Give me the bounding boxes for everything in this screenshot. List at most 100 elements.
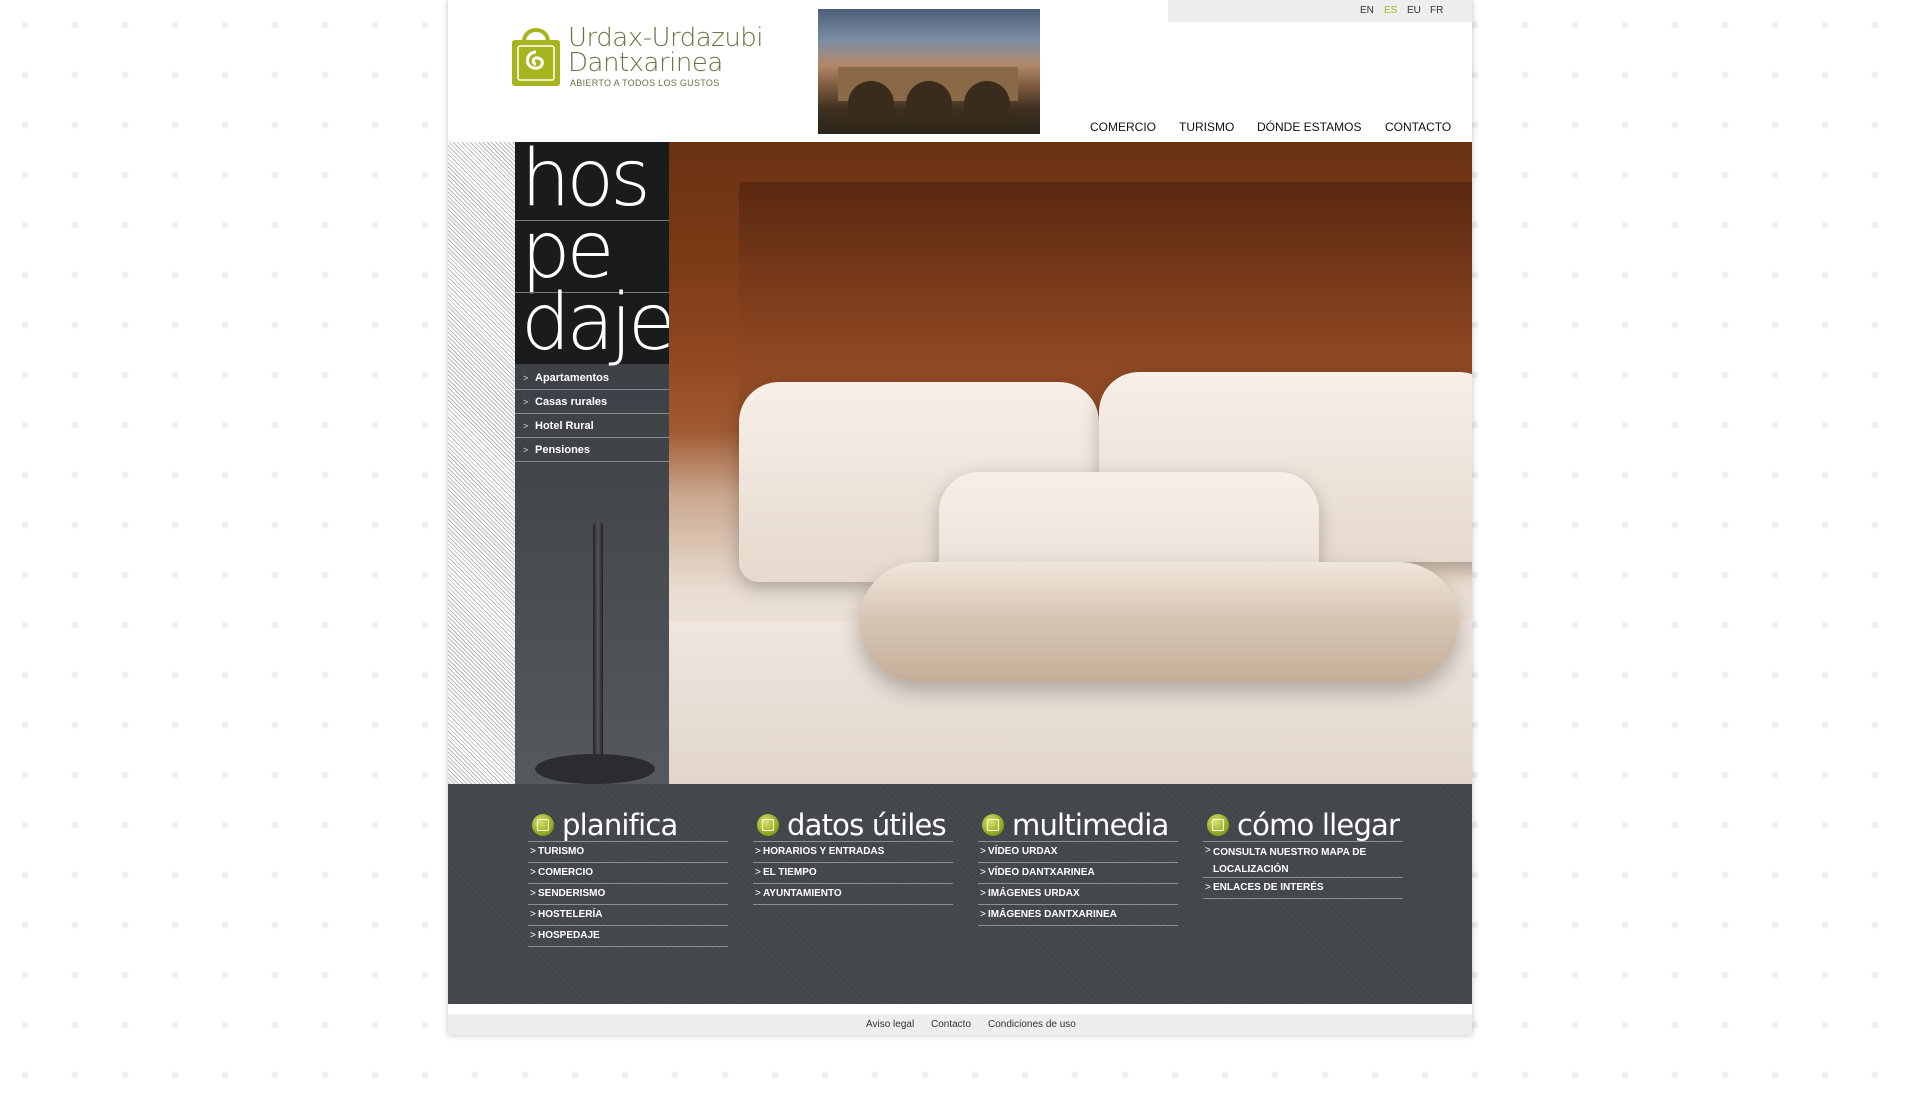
link-mapa-localizacion[interactable]: > CONSULTA NUESTRO MAPA DE LOCALIZACIÓN — [1203, 842, 1403, 878]
link-label: EL TIEMPO — [763, 867, 817, 878]
footer-col-como-llegar: cómo llegar > CONSULTA NUESTRO MAPA DE LO… — [1203, 804, 1403, 899]
nav-turismo[interactable]: TURISMO — [1179, 120, 1234, 134]
link-label: HOSPEDAJE — [538, 930, 600, 941]
chevron-right-icon: > — [530, 846, 536, 857]
chevron-right-icon: > — [523, 421, 529, 431]
nav-comercio[interactable]: COMERCIO — [1090, 120, 1156, 134]
link-senderismo[interactable]: > SENDERISMO — [528, 884, 728, 905]
chevron-right-icon: > — [980, 867, 986, 878]
chevron-right-icon: > — [755, 867, 761, 878]
link-turismo[interactable]: > TURISMO — [528, 842, 728, 863]
chevron-right-icon: > — [980, 846, 986, 857]
col-title: cómo llegar — [1237, 808, 1400, 842]
link-label: VÍDEO DANTXARINEA — [988, 867, 1095, 878]
link-aviso-legal[interactable]: Aviso legal — [866, 1019, 914, 1030]
nav-donde-estamos[interactable]: DÓNDE ESTAMOS — [1257, 120, 1361, 134]
col-heading: multimedia — [978, 804, 1178, 842]
submenu-label: Casas rurales — [535, 396, 608, 408]
link-ayuntamiento[interactable]: > AYUNTAMIENTO — [753, 884, 953, 905]
chevron-right-icon: > — [755, 888, 761, 899]
col-heading: datos útiles — [753, 804, 953, 842]
language-eu[interactable]: EU — [1407, 5, 1421, 16]
col-heading: cómo llegar — [1203, 804, 1403, 842]
submenu-apartamentos[interactable]: > Apartamentos — [515, 366, 669, 390]
chevron-right-icon: > — [530, 888, 536, 899]
link-label: VÍDEO URDAX — [988, 846, 1058, 857]
calendar-icon — [532, 814, 554, 836]
hatch-strip — [448, 142, 515, 784]
shopping-bag-logo-icon — [512, 28, 560, 86]
link-imagenes-dantxarinea[interactable]: > IMÁGENES DANTXARINEA — [978, 905, 1178, 926]
submenu-label: Apartamentos — [535, 372, 609, 384]
section-title: hos pe daje — [515, 140, 676, 368]
language-en[interactable]: EN — [1360, 5, 1374, 16]
submenu-casas-rurales[interactable]: > Casas rurales — [515, 390, 669, 414]
lamp-base-decoration — [535, 754, 655, 784]
header-bridge-photo — [818, 9, 1040, 134]
chevron-right-icon: > — [755, 846, 761, 857]
logo-tagline: ABIERTO A TODOS LOS GUSTOS — [570, 78, 720, 88]
header: Urdax-Urdazubi Dantxarinea ABIERTO A TOD… — [448, 0, 1472, 142]
link-condiciones-uso[interactable]: Condiciones de uso — [988, 1019, 1076, 1030]
eye-icon — [982, 814, 1004, 836]
link-contacto[interactable]: Contacto — [931, 1019, 971, 1030]
chevron-right-icon: > — [980, 909, 986, 920]
chevron-right-icon: > — [523, 373, 529, 383]
link-hospedaje[interactable]: > HOSPEDAJE — [528, 926, 728, 947]
site-logo[interactable]: Urdax-Urdazubi Dantxarinea ABIERTO A TOD… — [508, 22, 768, 92]
section-title-line3: daje — [521, 278, 676, 368]
footer-panel: planifica > TURISMO > COMERCIO > SENDERISMO… — [448, 784, 1472, 1004]
link-video-urdax[interactable]: > VÍDEO URDAX — [978, 842, 1178, 863]
submenu-label: Pensiones — [535, 444, 591, 456]
language-bar: EN ES EU FR — [1168, 0, 1472, 22]
chevron-right-icon: > — [530, 909, 536, 920]
footer-col-multimedia: multimedia > VÍDEO URDAX > VÍDEO DANTXARIN… — [978, 804, 1178, 926]
link-hosteleria[interactable]: > HOSTELERÍA — [528, 905, 728, 926]
link-label: AYUNTAMIENTO — [763, 888, 842, 899]
hero-bed-photo — [669, 142, 1472, 784]
lamp-decoration — [593, 522, 603, 762]
chevron-right-icon: > — [1205, 845, 1211, 856]
link-label: SENDERISMO — [538, 888, 606, 899]
language-fr[interactable]: FR — [1430, 5, 1443, 16]
logo-title-line2: Dantxarinea — [568, 48, 723, 78]
chevron-right-icon: > — [530, 930, 536, 941]
section-submenu: > Apartamentos > Casas rurales > Hotel R… — [515, 366, 669, 462]
logo-title: Urdax-Urdazubi Dantxarinea — [568, 25, 764, 78]
language-es[interactable]: ES — [1384, 5, 1397, 16]
footer-col-planifica: planifica > TURISMO > COMERCIO > SENDERISMO… — [528, 804, 728, 947]
section-sidebar: hos pe daje > Apartamentos > Casas rural… — [515, 140, 676, 784]
chevron-right-icon: > — [1205, 882, 1211, 893]
submenu-hotel-rural[interactable]: > Hotel Rural — [515, 414, 669, 438]
submenu-label: Hotel Rural — [535, 420, 594, 432]
page-container: Urdax-Urdazubi Dantxarinea ABIERTO A TOD… — [448, 0, 1472, 1035]
footer-col-datos-utiles: datos útiles > HORARIOS Y ENTRADAS > EL TI… — [753, 804, 953, 905]
link-el-tiempo[interactable]: > EL TIEMPO — [753, 863, 953, 884]
chevron-right-icon: > — [523, 397, 529, 407]
link-imagenes-urdax[interactable]: > IMÁGENES URDAX — [978, 884, 1178, 905]
link-label: ENLACES DE INTERÉS — [1213, 882, 1324, 893]
link-label: CONSULTA NUESTRO MAPA DE LOCALIZACIÓN — [1213, 847, 1367, 875]
col-heading: planifica — [528, 804, 728, 842]
nav-contacto[interactable]: CONTACTO — [1385, 120, 1451, 134]
link-enlaces-interes[interactable]: > ENLACES DE INTERÉS — [1203, 878, 1403, 899]
bottom-bar: Aviso legal Contacto Condiciones de uso — [448, 1014, 1472, 1035]
link-label: HORARIOS Y ENTRADAS — [763, 846, 885, 857]
link-label: COMERCIO — [538, 867, 593, 878]
car-icon — [1207, 814, 1229, 836]
chevron-right-icon: > — [530, 867, 536, 878]
link-comercio[interactable]: > COMERCIO — [528, 863, 728, 884]
col-title: multimedia — [1012, 808, 1169, 842]
col-title: datos útiles — [787, 808, 947, 842]
info-icon — [757, 814, 779, 836]
link-label: HOSTELERÍA — [538, 909, 603, 920]
col-title: planifica — [562, 808, 678, 842]
link-video-dantxarinea[interactable]: > VÍDEO DANTXARINEA — [978, 863, 1178, 884]
link-label: TURISMO — [538, 846, 585, 857]
link-label: IMÁGENES URDAX — [988, 888, 1080, 899]
chevron-right-icon: > — [523, 445, 529, 455]
chevron-right-icon: > — [980, 888, 986, 899]
link-label: IMÁGENES DANTXARINEA — [988, 909, 1117, 920]
submenu-pensiones[interactable]: > Pensiones — [515, 438, 669, 462]
link-horarios[interactable]: > HORARIOS Y ENTRADAS — [753, 842, 953, 863]
